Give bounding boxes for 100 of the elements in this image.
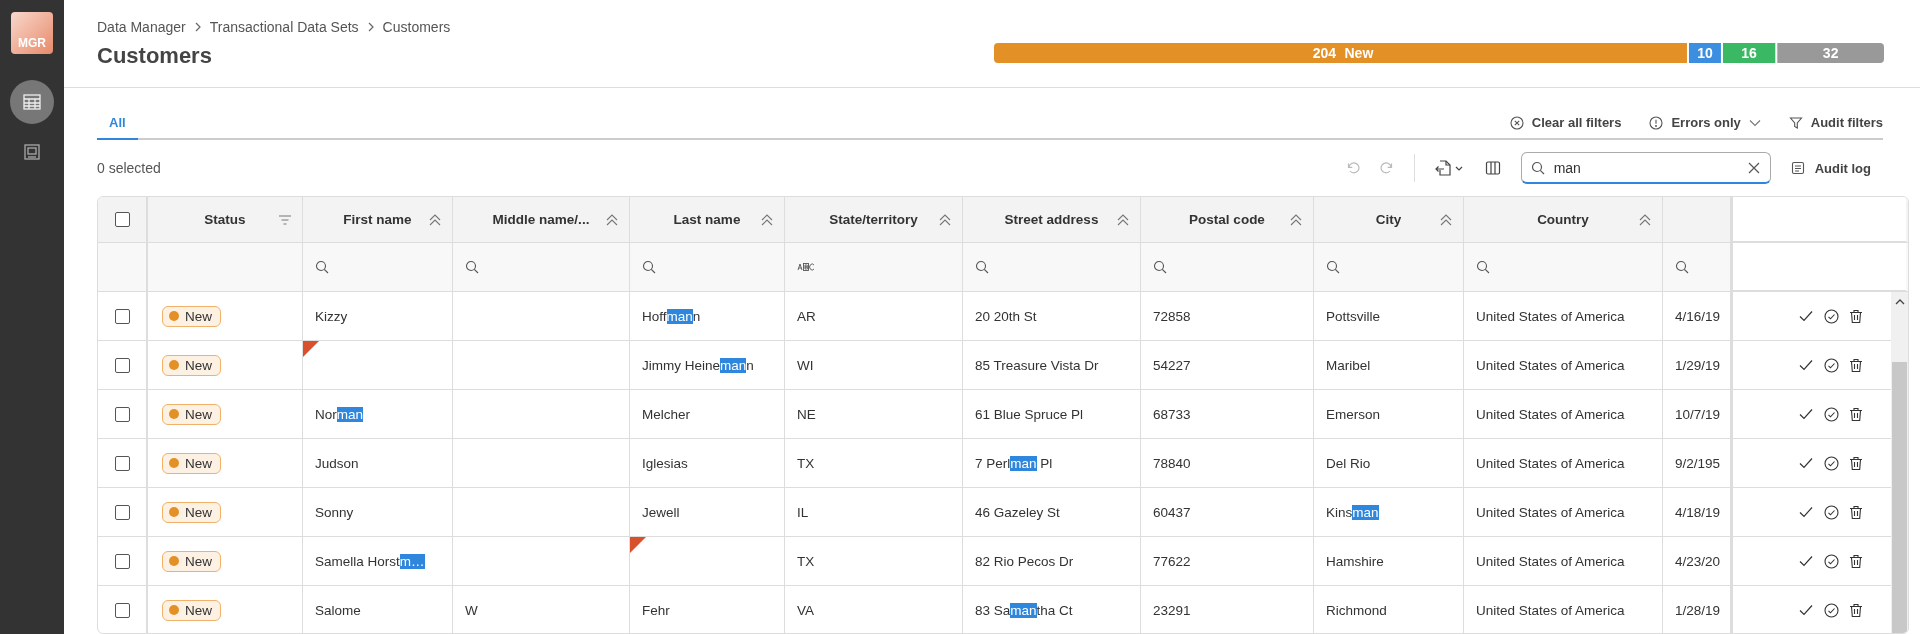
check-circle-icon[interactable] (1824, 308, 1839, 324)
sort-icon[interactable] (605, 213, 619, 226)
column-header[interactable]: Middle name/... (492, 212, 590, 227)
status-dot (169, 458, 179, 468)
check-circle-icon[interactable] (1824, 504, 1839, 520)
trash-icon[interactable] (1849, 406, 1863, 422)
sort-icon[interactable] (428, 213, 442, 226)
status-badge: New (162, 550, 221, 572)
table-cell: Melcher (642, 406, 690, 422)
search-icon[interactable] (1326, 260, 1340, 274)
status-dot (169, 311, 179, 321)
trash-icon[interactable] (1849, 455, 1863, 471)
search-field[interactable]: man (1520, 152, 1771, 184)
table-cell: 46 Gazeley St (975, 504, 1060, 520)
table-cell: AR (797, 308, 816, 324)
checkmark-icon[interactable] (1798, 308, 1814, 324)
trash-icon[interactable] (1849, 553, 1863, 569)
table-cell: 72858 (1153, 308, 1191, 324)
check-circle-icon[interactable] (1824, 602, 1839, 618)
row-checkbox[interactable] (114, 308, 130, 324)
text-filter-icon[interactable] (797, 262, 815, 272)
column-header[interactable]: Postal code (1189, 212, 1265, 227)
checkmark-icon[interactable] (1798, 504, 1814, 520)
errors-only-dropdown[interactable]: Errors only (1649, 115, 1761, 130)
table-cell: NE (797, 406, 816, 422)
breadcrumb-link[interactable]: Transactional Data Sets (209, 19, 359, 35)
trash-icon[interactable] (1849, 357, 1863, 373)
search-icon[interactable] (315, 260, 329, 274)
row-checkbox[interactable] (114, 406, 130, 422)
table-cell: Emerson (1326, 406, 1381, 422)
check-circle-icon[interactable] (1824, 455, 1839, 471)
table-cell: Maribel (1326, 357, 1371, 373)
search-icon[interactable] (1153, 260, 1167, 274)
column-header[interactable]: Country (1537, 212, 1589, 227)
page-title: Customers (97, 43, 213, 69)
trash-icon[interactable] (1849, 504, 1863, 520)
audit-log-button[interactable]: Audit log (1790, 160, 1883, 176)
chevron-right-icon (366, 22, 375, 32)
tab[interactable]: All (97, 115, 138, 140)
select-all-checkbox[interactable] (114, 212, 130, 227)
table-cell: 85 Treasure Vista Dr (975, 357, 1099, 373)
table-cell: 78840 (1153, 455, 1191, 471)
audit-filters-button[interactable]: Audit filters (1788, 115, 1883, 130)
status-badge: New (162, 354, 221, 376)
columns-icon[interactable] (1484, 160, 1501, 176)
sort-icon[interactable] (1116, 213, 1130, 226)
sort-icon[interactable] (760, 213, 774, 226)
row-checkbox[interactable] (114, 455, 130, 471)
trash-icon[interactable] (1849, 602, 1863, 618)
column-header[interactable]: City (1375, 212, 1402, 227)
status-badge: New (162, 305, 221, 327)
scrollbar[interactable] (1891, 292, 1908, 633)
checkmark-icon[interactable] (1798, 357, 1814, 373)
sort-icon[interactable] (1289, 213, 1303, 226)
breadcrumb-link[interactable]: Customers (382, 19, 451, 35)
status-dot (169, 360, 179, 370)
row-checkbox[interactable] (114, 504, 130, 520)
column-header[interactable]: Last name (673, 212, 741, 227)
checkmark-icon[interactable] (1798, 553, 1814, 569)
table-nav-icon[interactable] (10, 80, 54, 124)
scroll-up-icon[interactable] (1894, 298, 1905, 306)
data-label: 16 (1741, 44, 1757, 61)
search-icon[interactable] (975, 260, 989, 274)
check-circle-icon[interactable] (1824, 357, 1839, 373)
close-icon[interactable] (1747, 162, 1760, 174)
clear-filters-button[interactable]: Clear all filters (1509, 115, 1622, 130)
table-cell: United States of America (1476, 455, 1625, 471)
trash-icon[interactable] (1849, 308, 1863, 324)
column-header[interactable]: State/territory (829, 212, 918, 227)
check-circle-icon[interactable] (1824, 406, 1839, 422)
selected-count: 0 selected (97, 160, 161, 176)
sort-icon[interactable] (1638, 213, 1652, 226)
export-icon[interactable] (1434, 159, 1465, 177)
sort-icon[interactable] (938, 213, 952, 226)
status-badge: New (162, 403, 221, 425)
table-cell: 4/16/19 (1675, 308, 1721, 324)
row-checkbox[interactable] (114, 553, 130, 569)
search-icon[interactable] (465, 260, 479, 274)
table-cell: United States of America (1476, 602, 1625, 618)
search-icon[interactable] (642, 260, 656, 274)
column-header[interactable]: Status (204, 212, 246, 227)
search-icon[interactable] (1476, 260, 1490, 274)
row-checkbox[interactable] (114, 602, 130, 618)
checkmark-icon[interactable] (1798, 406, 1814, 422)
breadcrumb-link[interactable]: Data Manager (97, 19, 186, 35)
chevron-right-icon (193, 22, 202, 32)
status-dot (169, 409, 179, 419)
column-header[interactable]: First name (343, 212, 412, 227)
table-cell: 20 20th St (975, 308, 1037, 324)
search-icon[interactable] (1675, 260, 1689, 274)
check-circle-icon[interactable] (1824, 553, 1839, 569)
table-cell: Iglesias (642, 455, 688, 471)
checkmark-icon[interactable] (1798, 455, 1814, 471)
sort-icon[interactable] (1439, 213, 1453, 226)
status-badge: New (162, 452, 221, 474)
row-checkbox[interactable] (114, 357, 130, 373)
table-cell: Richmond (1326, 602, 1387, 618)
column-header[interactable]: Street address (1004, 212, 1099, 227)
table-cell: 9/2/195 (1675, 455, 1721, 471)
checkmark-icon[interactable] (1798, 602, 1814, 618)
